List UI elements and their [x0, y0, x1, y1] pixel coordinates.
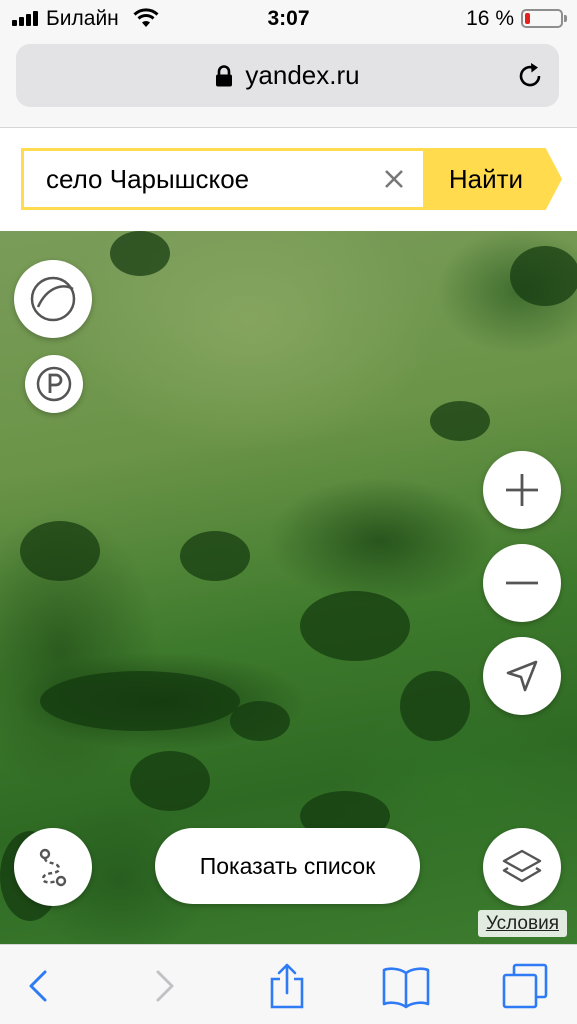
parking-icon — [36, 366, 72, 402]
forward-icon[interactable] — [139, 963, 189, 1009]
location-arrow-icon — [506, 660, 538, 692]
route-icon — [39, 848, 67, 887]
map-texture — [300, 591, 410, 661]
map-texture — [20, 521, 100, 581]
zoom-out-icon — [506, 581, 538, 585]
layers-button[interactable] — [483, 828, 561, 906]
map-texture — [400, 671, 470, 741]
my-location-button[interactable] — [483, 637, 561, 715]
battery-percent: 16 % — [466, 7, 514, 30]
find-button-label: Найти — [448, 164, 524, 194]
satellite-map[interactable]: Показать список Условия — [0, 231, 577, 944]
address-bar[interactable]: yandex.ru — [16, 44, 559, 107]
terms-link[interactable]: Условия — [477, 910, 567, 937]
zoom-in-icon — [506, 474, 538, 506]
url-text: yandex.ru — [245, 60, 360, 90]
parking-button[interactable] — [25, 355, 83, 413]
find-button[interactable]: Найти — [426, 148, 562, 210]
clear-icon[interactable] — [381, 166, 407, 192]
battery-fill — [525, 13, 530, 24]
reload-icon[interactable] — [515, 61, 545, 91]
search-input[interactable]: село Чарышское — [21, 148, 426, 210]
tabs-icon[interactable] — [500, 963, 550, 1009]
route-button[interactable] — [14, 828, 92, 906]
browser-address-area: yandex.ru — [0, 38, 577, 128]
back-icon[interactable] — [14, 963, 64, 1009]
traffic-icon — [30, 276, 76, 322]
map-search-row: село Чарышское Найти — [0, 128, 577, 231]
share-icon[interactable] — [262, 963, 312, 1009]
traffic-button[interactable] — [14, 260, 92, 338]
zoom-out-button[interactable] — [483, 544, 561, 622]
map-texture — [180, 531, 250, 581]
map-texture — [510, 246, 577, 306]
bookmarks-icon[interactable] — [381, 963, 431, 1009]
zoom-in-button[interactable] — [483, 451, 561, 529]
browser-toolbar — [0, 944, 577, 1024]
show-list-button[interactable]: Показать список — [155, 828, 420, 904]
map-texture — [40, 671, 240, 731]
search-query: село Чарышское — [46, 164, 250, 194]
map-texture — [430, 401, 490, 441]
lock-icon — [216, 64, 233, 86]
map-texture — [130, 751, 210, 811]
map-texture — [110, 231, 170, 276]
battery-icon — [521, 9, 567, 28]
map-texture — [230, 701, 290, 741]
layers-icon — [502, 849, 542, 883]
status-bar: Билайн 3:07 16 % — [0, 0, 577, 38]
